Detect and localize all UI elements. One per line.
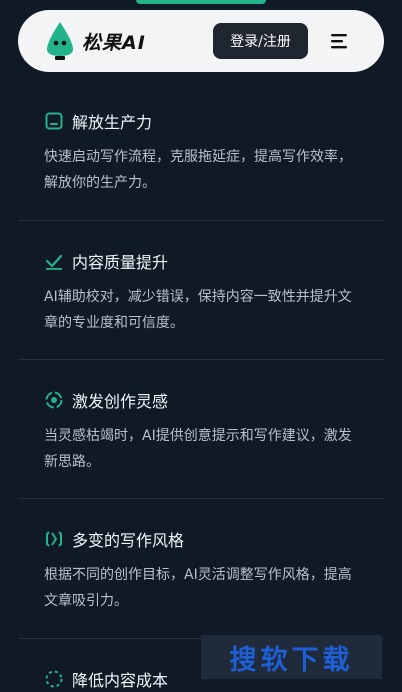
feature-item: 激发创作灵感 当灵感枯竭时，AI提供创意提示和写作建议，激发新思路。 [0,387,402,475]
menu-icon[interactable] [328,30,350,52]
dashed-circle-icon [45,670,63,688]
feature-item: 解放生产力 快速启动写作流程，克服拖延症，提高写作效率，解放你的生产力。 [0,108,402,196]
feature-title: 多变的写作风格 [72,531,185,550]
check-icon [45,254,63,270]
feature-title: 降低内容成本 [72,671,169,690]
feature-title: 内容质量提升 [72,253,169,272]
top-accent-bar [136,0,266,4]
brackets-icon [46,531,62,547]
feature-description: 快速启动写作流程，克服拖延症，提高写作效率，解放你的生产力。 [44,149,352,191]
clipboard-icon [45,112,63,130]
feature-title: 解放生产力 [72,113,153,132]
feature-item: 多变的写作风格 根据不同的创作目标，AI灵活调整写作风格，提高文章吸引力。 [0,526,402,614]
feature-description: 当灵感枯竭时，AI提供创意提示和写作建议，激发新思路。 [44,428,352,470]
feature-description: 根据不同的创作目标，AI灵活调整写作风格，提高文章吸引力。 [44,567,352,609]
target-icon [45,391,63,409]
divider [18,359,384,360]
divider [18,498,384,499]
pine-cone-logo-icon[interactable] [44,21,76,61]
watermark-logo: 搜软下载 [201,635,382,679]
nav-bar: 松果AI 登录/注册 [18,10,384,72]
login-register-button[interactable]: 登录/注册 [213,23,308,59]
feature-description: AI辅助校对，减少错误，保持内容一致性并提升文章的专业度和可信度。 [44,289,352,331]
divider [18,220,384,221]
feature-item: 内容质量提升 AI辅助校对，减少错误，保持内容一致性并提升文章的专业度和可信度。 [0,248,402,336]
brand-name[interactable]: 松果AI [82,28,146,55]
feature-title: 激发创作灵感 [72,392,169,411]
